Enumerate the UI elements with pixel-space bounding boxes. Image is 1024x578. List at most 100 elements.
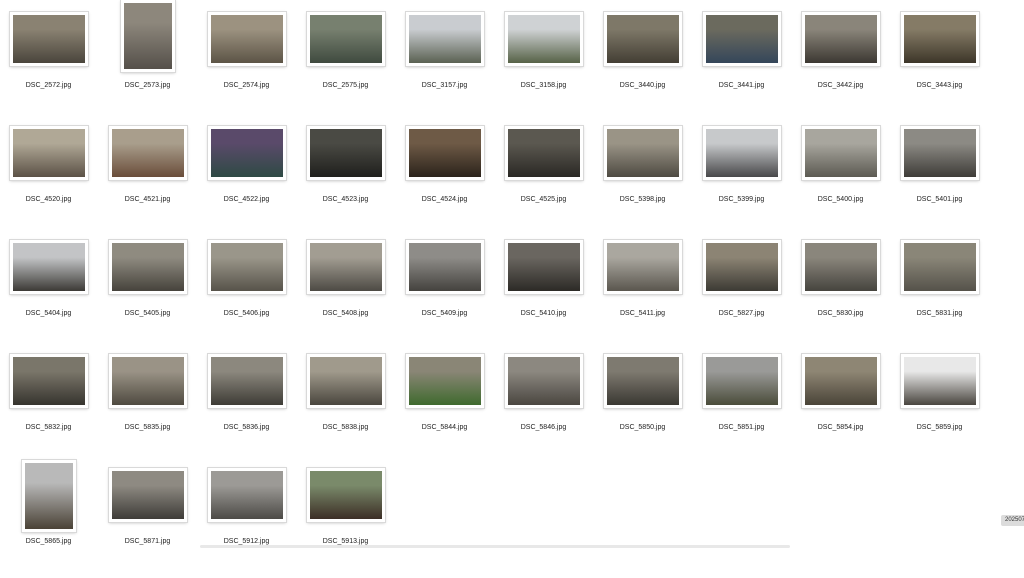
file-item[interactable]: DSC_5865.jpg xyxy=(0,460,98,578)
photo-preview xyxy=(408,243,481,291)
file-item[interactable]: DSC_2573.jpg xyxy=(98,0,197,122)
file-thumbnail[interactable] xyxy=(108,354,187,408)
file-thumbnail[interactable] xyxy=(207,354,286,408)
file-thumbnail[interactable] xyxy=(108,240,187,294)
file-item[interactable]: DSC_5398.jpg xyxy=(593,122,692,236)
file-thumbnail[interactable] xyxy=(306,126,385,180)
file-item[interactable]: DSC_4524.jpg xyxy=(395,122,494,236)
file-thumbnail[interactable] xyxy=(9,240,88,294)
file-thumbnail[interactable] xyxy=(306,468,385,522)
file-item[interactable]: DSC_4525.jpg xyxy=(494,122,593,236)
file-item[interactable]: DSC_5410.jpg xyxy=(494,236,593,350)
file-name-label: DSC_2574.jpg xyxy=(223,82,270,89)
file-item[interactable]: DSC_5409.jpg xyxy=(395,236,494,350)
file-item[interactable]: DSC_5850.jpg xyxy=(593,350,692,464)
file-icon-grid: DSC_2572.jpg DSC_2573.jpg DSC_2574.jpg DSC_… xyxy=(0,0,1024,549)
file-item[interactable]: DSC_5827.jpg xyxy=(692,236,791,350)
file-item[interactable]: DSC_5399.jpg xyxy=(692,122,791,236)
file-thumbnail[interactable] xyxy=(603,240,682,294)
file-thumbnail[interactable] xyxy=(9,354,88,408)
photo-preview xyxy=(12,15,85,63)
file-item[interactable]: DSC_5851.jpg xyxy=(692,350,791,464)
photo-preview xyxy=(507,357,580,405)
file-item[interactable]: DSC_5406.jpg xyxy=(197,236,296,350)
file-thumbnail[interactable] xyxy=(702,354,781,408)
file-item[interactable]: DSC_5913.jpg xyxy=(296,464,395,578)
file-thumbnail[interactable] xyxy=(405,12,484,66)
file-item[interactable]: DSC_5838.jpg xyxy=(296,350,395,464)
file-thumbnail[interactable] xyxy=(405,354,484,408)
photo-preview xyxy=(408,129,481,177)
file-thumbnail[interactable] xyxy=(504,12,583,66)
file-thumbnail[interactable] xyxy=(801,240,880,294)
horizontal-scrollbar[interactable] xyxy=(200,545,790,548)
file-item[interactable]: DSC_4522.jpg xyxy=(197,122,296,236)
file-name-label: DSC_5851.jpg xyxy=(718,424,765,431)
file-item[interactable]: DSC_3158.jpg xyxy=(494,8,593,122)
file-item[interactable]: DSC_2575.jpg xyxy=(296,8,395,122)
file-item[interactable]: DSC_2572.jpg xyxy=(0,8,98,122)
file-item[interactable]: DSC_5871.jpg xyxy=(98,464,197,578)
file-thumbnail[interactable] xyxy=(702,12,781,66)
file-thumbnail[interactable] xyxy=(900,126,979,180)
file-item[interactable]: DSC_3441.jpg xyxy=(692,8,791,122)
file-item[interactable]: DSC_5846.jpg xyxy=(494,350,593,464)
file-thumbnail[interactable] xyxy=(207,468,286,522)
file-item[interactable]: DSC_5835.jpg xyxy=(98,350,197,464)
file-item[interactable]: DSC_5912.jpg xyxy=(197,464,296,578)
file-item[interactable]: DSC_5854.jpg xyxy=(791,350,890,464)
file-thumbnail[interactable] xyxy=(405,126,484,180)
file-thumbnail[interactable] xyxy=(306,12,385,66)
file-thumbnail[interactable] xyxy=(120,0,175,72)
file-thumbnail[interactable] xyxy=(504,126,583,180)
file-item[interactable]: DSC_5836.jpg xyxy=(197,350,296,464)
file-item[interactable]: DSC_5830.jpg xyxy=(791,236,890,350)
file-item[interactable]: DSC_5831.jpg xyxy=(890,236,989,350)
file-thumbnail[interactable] xyxy=(21,460,76,532)
file-item[interactable]: DSC_5405.jpg xyxy=(98,236,197,350)
file-thumbnail[interactable] xyxy=(900,354,979,408)
file-item[interactable]: DSC_5844.jpg xyxy=(395,350,494,464)
file-item[interactable]: DSC_4520.jpg xyxy=(0,122,98,236)
file-item[interactable]: DSC_3157.jpg xyxy=(395,8,494,122)
file-thumbnail[interactable] xyxy=(306,354,385,408)
file-thumbnail[interactable] xyxy=(801,354,880,408)
file-thumbnail[interactable] xyxy=(801,12,880,66)
file-item[interactable]: DSC_5832.jpg xyxy=(0,350,98,464)
file-thumbnail[interactable] xyxy=(108,468,187,522)
file-thumbnail[interactable] xyxy=(603,12,682,66)
file-item[interactable]: DSC_4521.jpg xyxy=(98,122,197,236)
file-item[interactable]: DSC_2574.jpg xyxy=(197,8,296,122)
file-thumbnail[interactable] xyxy=(9,126,88,180)
photo-preview xyxy=(804,15,877,63)
photo-preview xyxy=(408,357,481,405)
file-thumbnail[interactable] xyxy=(603,354,682,408)
file-thumbnail[interactable] xyxy=(504,354,583,408)
file-thumbnail[interactable] xyxy=(405,240,484,294)
file-item[interactable]: DSC_3443.jpg xyxy=(890,8,989,122)
file-thumbnail[interactable] xyxy=(504,240,583,294)
file-name-label: DSC_2573.jpg xyxy=(124,82,171,89)
file-item[interactable]: DSC_5408.jpg xyxy=(296,236,395,350)
file-thumbnail[interactable] xyxy=(207,12,286,66)
file-item[interactable]: DSC_5411.jpg xyxy=(593,236,692,350)
file-thumbnail[interactable] xyxy=(9,12,88,66)
file-thumbnail[interactable] xyxy=(207,126,286,180)
file-item[interactable]: DSC_3440.jpg xyxy=(593,8,692,122)
file-thumbnail[interactable] xyxy=(207,240,286,294)
file-thumbnail[interactable] xyxy=(702,126,781,180)
file-thumbnail[interactable] xyxy=(702,240,781,294)
photo-preview xyxy=(12,129,85,177)
file-item[interactable]: DSC_5404.jpg xyxy=(0,236,98,350)
file-item[interactable]: DSC_5859.jpg xyxy=(890,350,989,464)
file-thumbnail[interactable] xyxy=(603,126,682,180)
file-item[interactable]: DSC_5400.jpg xyxy=(791,122,890,236)
file-thumbnail[interactable] xyxy=(108,126,187,180)
file-thumbnail[interactable] xyxy=(306,240,385,294)
file-item[interactable]: DSC_4523.jpg xyxy=(296,122,395,236)
file-item[interactable]: DSC_3442.jpg xyxy=(791,8,890,122)
file-thumbnail[interactable] xyxy=(900,240,979,294)
file-thumbnail[interactable] xyxy=(900,12,979,66)
file-thumbnail[interactable] xyxy=(801,126,880,180)
file-item[interactable]: DSC_5401.jpg xyxy=(890,122,989,236)
